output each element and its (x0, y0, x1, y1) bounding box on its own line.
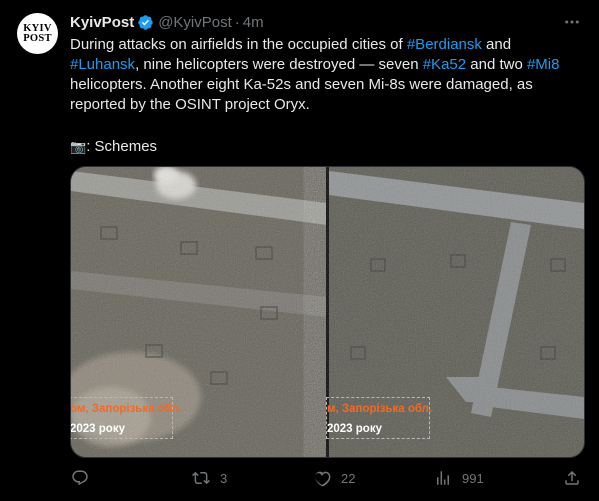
views-button[interactable]: 991 (434, 468, 484, 488)
share-icon (565, 470, 579, 485)
avatar[interactable]: KYIV POST (17, 13, 58, 54)
text-segment: : Schemes (86, 138, 158, 155)
text-line-5: 📷: Schemes (70, 137, 575, 157)
verified-icon (138, 14, 153, 30)
share-button[interactable] (563, 468, 581, 488)
stamp-location: ом, Запорізька обл. (70, 403, 183, 415)
tweet-media[interactable]: ом, Запорізька обл. 2023 року м, Запоріз… (70, 166, 585, 458)
image-stamp-left: ом, Запорізька обл. 2023 року (70, 397, 183, 439)
text-line-3: helicopters. Another eight Ka-52s and se… (70, 76, 533, 93)
text-segment: During attacks on airfields in the occup… (70, 36, 407, 53)
hashtag-berdiansk[interactable]: #Berdiansk (407, 36, 482, 53)
camera-icon: 📷 (70, 139, 87, 154)
like-icon (315, 471, 331, 487)
views-count: 991 (462, 470, 484, 486)
text-segment: and (481, 36, 512, 53)
author-handle[interactable]: @KyivPost (158, 14, 232, 31)
avatar-line-2: POST (23, 32, 52, 44)
tweet-actions: 3 22 991 (70, 468, 583, 488)
like-button[interactable]: 22 (313, 468, 355, 488)
reply-button[interactable] (71, 468, 99, 488)
views-icon (437, 471, 449, 485)
stamp-date: 2023 року (327, 423, 382, 435)
text-line-4: reported by the OSINT project Oryx. (70, 96, 310, 113)
tweet-text: During attacks on airfields in the occup… (70, 35, 575, 157)
tweet-header: KyivPost @KyivPost · 4m (70, 12, 264, 32)
text-segment: , nine helicopters were destroyed — seve… (135, 56, 423, 73)
tweet[interactable]: KYIV POST KyivPost @KyivPost · 4m During… (0, 0, 599, 501)
avatar-line-1: KYIV (23, 22, 52, 34)
stamp-date: 2023 року (70, 423, 125, 435)
text-line-2: #Luhansk, nine helicopters were destroye… (70, 55, 575, 75)
reply-icon (72, 470, 88, 486)
text-line-1: During attacks on airfields in the occup… (70, 35, 575, 55)
retweet-count: 3 (220, 470, 228, 486)
retweet-icon (192, 471, 210, 485)
timestamp[interactable]: 4m (243, 14, 264, 31)
hashtag-ka52[interactable]: #Ka52 (423, 56, 466, 73)
separator: · (234, 13, 240, 31)
hashtag-mi8[interactable]: #Mi8 (527, 56, 560, 73)
retweet-button[interactable]: 3 (192, 468, 227, 488)
hashtag-luhansk[interactable]: #Luhansk (70, 56, 135, 73)
stamp-location: м, Запорізька обл. (327, 403, 433, 415)
image-stamp-right: м, Запорізька обл. 2023 року (326, 397, 433, 439)
author-name[interactable]: KyivPost (70, 14, 134, 31)
more-icon[interactable] (562, 12, 582, 32)
like-count: 22 (341, 470, 356, 486)
text-segment: and two (466, 56, 527, 73)
